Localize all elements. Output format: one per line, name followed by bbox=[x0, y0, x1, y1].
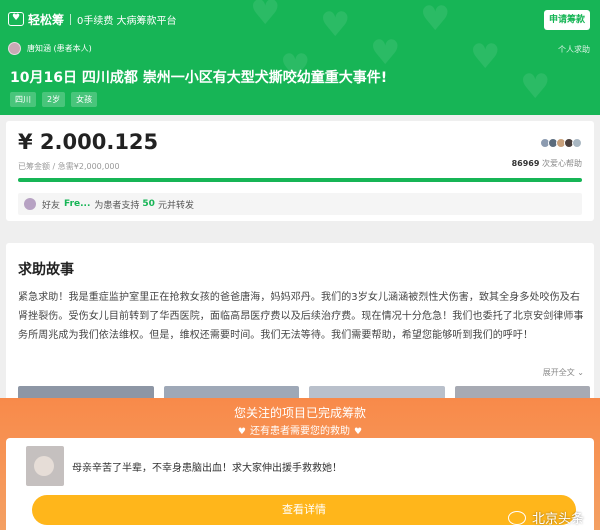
funds-card: ¥ 2.000.125 已筹金额 / 急需¥2,000,000 86969 次爱… bbox=[6, 121, 594, 221]
project-header: ♥ ♥ ♥ ♥ ♥ ♥ ♥ ♥ 轻松筹 0手续费 大病筹款平台 申请筹款 唐知涵… bbox=[0, 0, 600, 115]
logo-text: 轻松筹 bbox=[28, 12, 65, 27]
story-card: 求助故事 紧急求助！我是重症监护室里正在抢救女孩的爸爸唐海，妈妈邓丹。我们的3岁… bbox=[6, 243, 594, 406]
helpers-number: 86969 bbox=[511, 159, 540, 168]
watermark-text: 北京头条 bbox=[531, 512, 584, 527]
progress-bar bbox=[18, 178, 582, 182]
share-text-2: 元并转发 bbox=[157, 200, 194, 211]
story-body: 紧急求助！我是重症监护室里正在抢救女孩的爸爸唐海，妈妈邓丹。我们的3岁女儿涵涵被… bbox=[18, 292, 584, 341]
share-amount: 50 bbox=[142, 199, 155, 209]
target-amount: 已筹金额 / 急需¥2,000,000 bbox=[18, 162, 120, 171]
personal-help-label: 个人求助 bbox=[558, 45, 590, 54]
tag-location: 四川 bbox=[10, 92, 36, 107]
helpers-suffix: 次爱心帮助 bbox=[542, 159, 582, 168]
author-name: 唐知涵 (患者本人) bbox=[27, 44, 92, 53]
avatar[interactable] bbox=[8, 42, 21, 55]
share-text-1: 为患者支持 bbox=[94, 200, 140, 211]
heart-decoration-icon: ♥ bbox=[320, 5, 351, 45]
chevron-down-icon: ⌄ bbox=[577, 368, 584, 377]
heart-icon: ♥ bbox=[354, 427, 363, 437]
friend-support-strip[interactable]: 好友 Fre... 为患者支持 50 元并转发 bbox=[18, 193, 582, 215]
heart-decoration-icon: ♥ bbox=[420, 0, 451, 39]
progress-fill bbox=[18, 178, 582, 182]
expand-label: 展开全文 bbox=[542, 368, 575, 377]
heart-decoration-icon: ♥ bbox=[370, 33, 401, 73]
friend-name: Fre... bbox=[64, 199, 91, 209]
brand-bar: ♥ 轻松筹 0手续费 大病筹款平台 bbox=[8, 10, 177, 28]
tagline: 0手续费 大病筹款平台 bbox=[77, 15, 177, 27]
tag-list: 四川 2岁 女孩 bbox=[10, 92, 98, 107]
helper-avatars[interactable] bbox=[540, 138, 582, 148]
helpers-count: 86969 次爱心帮助 bbox=[512, 158, 582, 169]
expand-link[interactable]: 展开全文 ⌄ bbox=[543, 367, 584, 378]
divider bbox=[70, 13, 72, 25]
case-description[interactable]: 母亲辛苦了半辈，不幸身患脑出血！求大家伸出援手救救她！ bbox=[72, 459, 342, 474]
avatar bbox=[572, 138, 582, 148]
heart-decoration-icon: ♥ bbox=[520, 67, 551, 107]
page-title: 10月16日 四川成都 崇州一小区有大型犬撕咬幼童重大事件! bbox=[10, 70, 388, 86]
overlay-title: 您关注的项目已完成筹款 bbox=[233, 406, 366, 420]
tag-age: 2岁 bbox=[42, 92, 66, 107]
author-row: 唐知涵 (患者本人) bbox=[8, 42, 92, 55]
watermark: 北京头条 bbox=[507, 508, 584, 527]
heart-decoration-icon: ♥ bbox=[470, 37, 501, 77]
recommended-case-sheet: 母亲辛苦了半辈，不幸身患脑出血！求大家伸出援手救救她！ 查看详情 bbox=[6, 438, 594, 530]
story-title: 求助故事 bbox=[18, 262, 74, 278]
share-prefix: 好友 bbox=[42, 200, 61, 211]
overlay-subtitle-row: ♥ 还有患者需要您的救助 ♥ bbox=[0, 422, 600, 437]
heart-decoration-icon: ♥ bbox=[250, 0, 281, 33]
view-details-button[interactable]: 查看详情 bbox=[32, 495, 576, 525]
weibo-icon bbox=[507, 510, 526, 525]
avatar bbox=[24, 198, 36, 210]
case-photo[interactable] bbox=[26, 446, 64, 486]
apply-fundraising-button[interactable]: 申请筹款 bbox=[544, 10, 590, 30]
logo-icon: ♥ bbox=[8, 12, 24, 26]
tag-gender: 女孩 bbox=[71, 92, 98, 107]
raised-amount: ¥ 2.000.125 bbox=[18, 130, 159, 154]
heart-icon: ♥ bbox=[237, 427, 246, 437]
overlay-subtitle: 还有患者需要您的救助 bbox=[250, 426, 350, 437]
